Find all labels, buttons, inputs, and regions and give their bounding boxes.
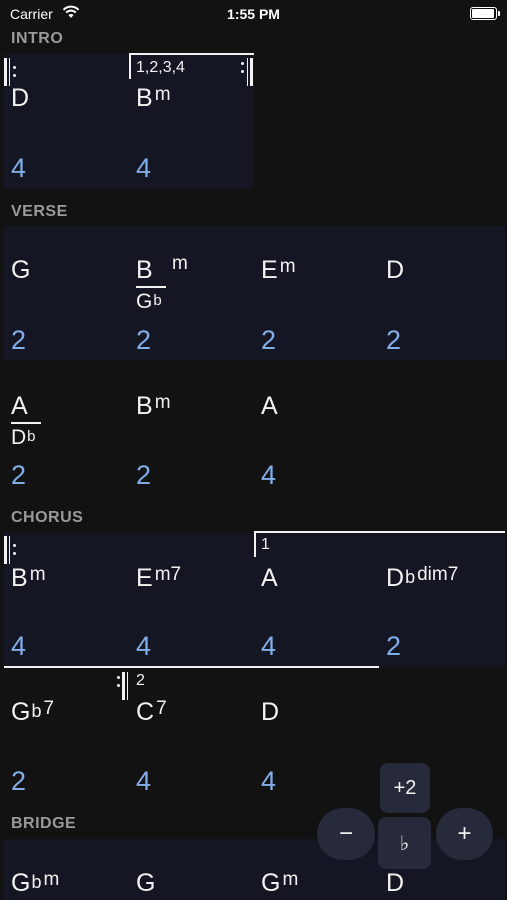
chord: Gb 7	[11, 698, 55, 726]
beat-count: 4	[261, 460, 277, 490]
chord: D	[386, 256, 405, 284]
repeat-dot	[117, 684, 120, 687]
beat-count: 4	[11, 631, 27, 661]
beat-count: 2	[11, 766, 27, 796]
first-ending-label: 1	[261, 536, 270, 553]
second-ending-label: 2	[136, 672, 145, 689]
beat-count: 2	[136, 325, 152, 355]
chord: Bm	[136, 84, 171, 112]
chord: Bm	[136, 392, 171, 420]
verse-row-1	[4, 226, 505, 360]
accidental-toggle-button[interactable]: ♭	[378, 817, 431, 869]
status-bar: Carrier 1:55 PM	[0, 0, 507, 28]
repeat-start-sign	[4, 58, 18, 86]
repeat-end-thick	[122, 672, 125, 700]
beat-count: 4	[261, 766, 277, 796]
repeat-end-thin	[247, 58, 248, 86]
chord: Gb m	[11, 869, 60, 897]
beat-count: 4	[136, 153, 152, 183]
transpose-up-button[interactable]: +	[436, 808, 493, 860]
chord: G	[136, 869, 156, 897]
ending-label: 1,2,3,4	[136, 59, 185, 76]
beat-count: 2	[261, 325, 277, 355]
slash-chord: B m Gb	[136, 253, 188, 313]
beat-count: 2	[11, 460, 27, 490]
repeat-start-sign	[4, 536, 18, 564]
chord: D	[261, 698, 280, 726]
verse-row-2	[4, 362, 505, 496]
chord: A	[261, 392, 278, 420]
section-label-verse: VERSE	[11, 203, 68, 220]
repeat-dot	[241, 70, 244, 73]
beat-count: 2	[136, 460, 152, 490]
chord: C7	[136, 698, 167, 726]
beat-count: 4	[261, 631, 277, 661]
repeat-end-thick	[250, 58, 253, 86]
repeat-end-thin	[127, 672, 128, 700]
chord: G	[11, 256, 31, 284]
chord: Gm	[261, 869, 299, 897]
chorus-row-divider	[4, 666, 379, 668]
ending-bracket	[129, 53, 254, 55]
chord: Bm	[11, 564, 46, 592]
repeat-dot	[241, 62, 244, 65]
first-ending-bracket-left	[254, 531, 256, 557]
transpose-down-button[interactable]: −	[317, 808, 375, 860]
beat-count: 4	[136, 631, 152, 661]
beat-count: 4	[11, 153, 27, 183]
beat-count: 2	[11, 325, 27, 355]
beat-count: 2	[386, 325, 402, 355]
slash-chord: A Db	[11, 394, 41, 448]
section-label-bridge: BRIDGE	[11, 815, 77, 832]
ending-bracket-left	[129, 53, 131, 79]
chord: Em	[261, 256, 296, 284]
transpose-amount: +2	[380, 763, 430, 813]
battery-icon	[470, 7, 500, 20]
section-label-intro: INTRO	[11, 30, 64, 47]
beat-count: 2	[386, 631, 402, 661]
chord: Em7	[136, 564, 182, 592]
first-ending-bracket	[254, 531, 505, 533]
chord: D	[386, 869, 405, 897]
chord: D	[11, 84, 30, 112]
chord: A	[261, 564, 278, 592]
repeat-dot	[117, 676, 120, 679]
section-label-chorus: CHORUS	[11, 509, 84, 526]
beat-count: 4	[136, 766, 152, 796]
clock: 1:55 PM	[227, 6, 280, 22]
chord: Db dim7	[386, 564, 459, 592]
